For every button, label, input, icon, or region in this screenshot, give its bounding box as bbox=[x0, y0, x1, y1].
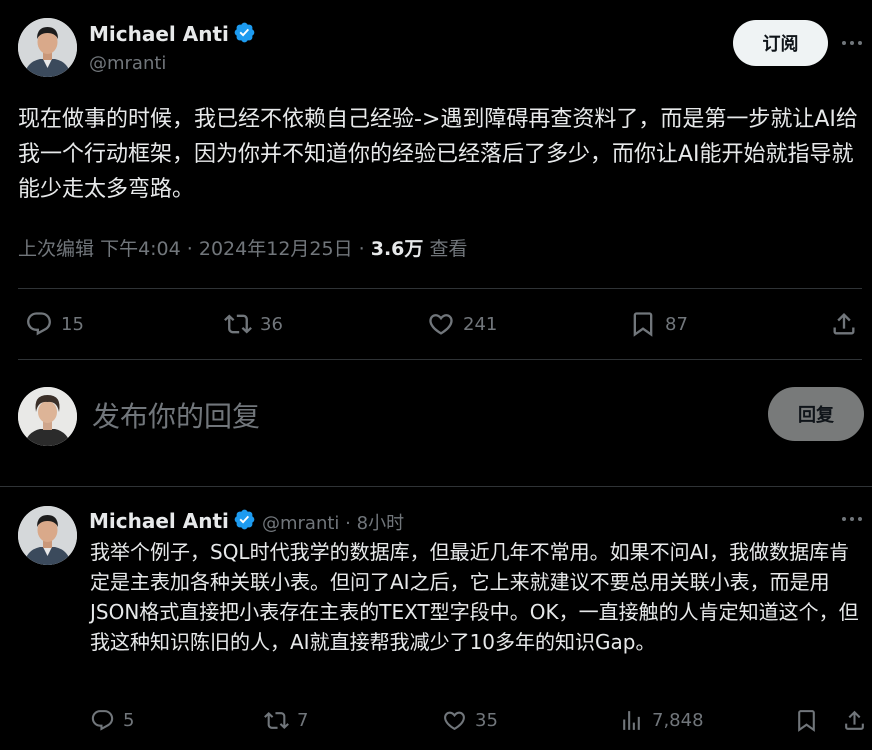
retweet-icon bbox=[224, 314, 252, 334]
tweet-date[interactable]: 2024年12月25日 bbox=[199, 238, 353, 260]
reply-retweet-count: 7 bbox=[297, 710, 309, 731]
reply-bookmark-action[interactable] bbox=[794, 708, 819, 733]
reply-reply-action[interactable]: 5 bbox=[90, 708, 134, 733]
bookmark-action[interactable]: 87 bbox=[629, 310, 688, 338]
divider bbox=[18, 359, 862, 360]
bookmark-icon bbox=[798, 710, 815, 732]
views-label: 查看 bbox=[429, 238, 468, 260]
edited-label[interactable]: 上次编辑 bbox=[18, 238, 94, 260]
reply-input[interactable]: 发布你的回复 bbox=[92, 394, 692, 436]
reply-author-meta: @mranti · 8小时 bbox=[262, 509, 404, 535]
author-avatar[interactable] bbox=[18, 18, 77, 77]
more-options-icon[interactable] bbox=[837, 33, 867, 53]
retweet-action[interactable]: 36 bbox=[224, 310, 283, 338]
reply-count: 15 bbox=[61, 313, 84, 335]
bookmark-icon bbox=[633, 312, 653, 337]
bookmark-count: 87 bbox=[665, 313, 688, 335]
reply-like-action[interactable]: 35 bbox=[442, 708, 498, 733]
user-avatar[interactable] bbox=[18, 387, 77, 446]
share-icon bbox=[845, 710, 864, 730]
divider bbox=[0, 486, 872, 487]
reply-more-options-icon[interactable] bbox=[837, 509, 867, 529]
reply-icon bbox=[91, 710, 114, 731]
tweet-meta: 上次编辑 下午4:04 · 2024年12月25日 · 3.6万 查看 bbox=[18, 234, 467, 261]
share-icon bbox=[833, 313, 855, 335]
views-count: 3.6万 bbox=[370, 238, 424, 260]
meta-separator: · bbox=[186, 238, 193, 260]
reply-share-action[interactable] bbox=[842, 708, 867, 733]
retweet-icon bbox=[264, 712, 289, 729]
share-action[interactable] bbox=[830, 310, 858, 338]
reply-icon bbox=[27, 312, 51, 336]
tweet-time[interactable]: 下午4:04 bbox=[100, 238, 181, 260]
analytics-icon bbox=[623, 711, 640, 730]
author-name[interactable]: Michael Anti bbox=[89, 21, 256, 46]
meta-separator: · bbox=[345, 513, 351, 534]
heart-icon bbox=[429, 314, 453, 335]
reply-reply-count: 5 bbox=[123, 710, 135, 731]
reply-time[interactable]: 8小时 bbox=[357, 513, 404, 534]
subscribe-button[interactable]: 订阅 bbox=[733, 20, 828, 66]
like-count: 241 bbox=[463, 313, 498, 335]
reply-views-action[interactable]: 7,848 bbox=[619, 708, 704, 733]
reply-like-count: 35 bbox=[475, 710, 498, 731]
reply-button[interactable]: 回复 bbox=[768, 387, 864, 441]
reply-retweet-action[interactable]: 7 bbox=[264, 708, 308, 733]
reply-views-count: 7,848 bbox=[652, 710, 704, 731]
tweet-text: 现在做事的时候，我已经不依赖自己经验->遇到障碍再查资料了，而是第一步就让AI给… bbox=[18, 107, 858, 202]
reply-author-handle[interactable]: @mranti bbox=[262, 513, 339, 534]
reply-text: 我举个例子，SQL时代我学的数据库，但最近几年不常用。如果不问AI，我做数据库肯… bbox=[90, 540, 859, 654]
meta-separator: · bbox=[358, 238, 365, 260]
heart-icon bbox=[444, 711, 465, 731]
reply-action[interactable]: 15 bbox=[25, 310, 84, 338]
verified-badge-icon bbox=[234, 509, 255, 530]
verified-badge-icon bbox=[234, 22, 255, 43]
divider bbox=[18, 288, 862, 289]
reply-author-avatar[interactable] bbox=[18, 506, 77, 565]
retweet-count: 36 bbox=[260, 313, 283, 335]
like-action[interactable]: 241 bbox=[427, 310, 497, 338]
reply-author-name[interactable]: Michael Anti bbox=[89, 508, 256, 533]
author-handle[interactable]: @mranti bbox=[89, 53, 166, 74]
